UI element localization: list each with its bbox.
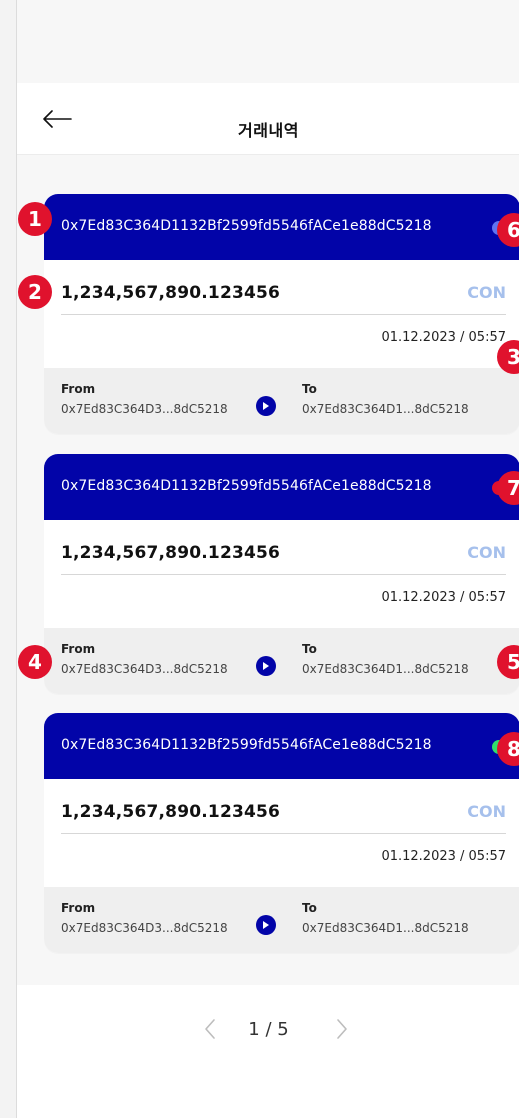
- pagination: 1 / 5: [17, 985, 519, 1118]
- transfer-direction-icon: [256, 656, 276, 676]
- to-label: To: [302, 382, 317, 396]
- from-label: From: [61, 901, 96, 915]
- next-page-button[interactable]: [334, 1017, 350, 1041]
- transaction-datetime: 01.12.2023 / 05:57: [381, 330, 506, 345]
- divider: [61, 833, 506, 834]
- mobile-screen: 거래내역 0x7Ed83C364D1132Bf2599fd5546fACe1e8…: [16, 0, 519, 1118]
- token-symbol: CON: [467, 543, 506, 562]
- transaction-amount: 1,234,567,890.123456: [61, 543, 281, 563]
- transfer-direction-icon: [256, 915, 276, 935]
- transaction-datetime: 01.12.2023 / 05:57: [381, 849, 506, 864]
- transaction-card[interactable]: 0x7Ed83C364D1132Bf2599fd5546fACe1e88dC52…: [44, 454, 519, 694]
- transaction-list: 0x7Ed83C364D1132Bf2599fd5546fACe1e88dC52…: [17, 155, 519, 985]
- from-address: 0x7Ed83C364D3...8dC5218: [61, 662, 228, 676]
- token-symbol: CON: [467, 283, 506, 302]
- transaction-card[interactable]: 0x7Ed83C364D1132Bf2599fd5546fACe1e88dC52…: [44, 713, 519, 953]
- transaction-card[interactable]: 0x7Ed83C364D1132Bf2599fd5546fACe1e88dC52…: [44, 194, 519, 434]
- transaction-address: 0x7Ed83C364D1132Bf2599fd5546fACe1e88dC52…: [61, 478, 432, 494]
- annotation-marker-4: 4: [18, 645, 52, 679]
- to-label: To: [302, 642, 317, 656]
- chevron-right-icon: [337, 1019, 347, 1039]
- annotation-marker-1: 1: [18, 202, 52, 236]
- transaction-amount: 1,234,567,890.123456: [61, 802, 281, 822]
- page-indicator: 1 / 5: [248, 1019, 289, 1040]
- transaction-amount: 1,234,567,890.123456: [61, 283, 281, 303]
- divider: [61, 574, 506, 575]
- transfer-details: From 0x7Ed83C364D3...8dC5218 To 0x7Ed83C…: [44, 368, 519, 434]
- transaction-address: 0x7Ed83C364D1132Bf2599fd5546fACe1e88dC52…: [61, 218, 432, 234]
- from-label: From: [61, 642, 96, 656]
- from-address: 0x7Ed83C364D3...8dC5218: [61, 921, 228, 935]
- transfer-direction-icon: [256, 396, 276, 416]
- to-address: 0x7Ed83C364D1...8dC5218: [302, 662, 469, 676]
- token-symbol: CON: [467, 802, 506, 821]
- status-area: [17, 0, 519, 83]
- card-header: 0x7Ed83C364D1132Bf2599fd5546fACe1e88dC52…: [44, 194, 519, 260]
- to-address: 0x7Ed83C364D1...8dC5218: [302, 921, 469, 935]
- transfer-details: From 0x7Ed83C364D3...8dC5218 To 0x7Ed83C…: [44, 887, 519, 953]
- card-header: 0x7Ed83C364D1132Bf2599fd5546fACe1e88dC52…: [44, 713, 519, 779]
- page-header: 거래내역: [17, 83, 519, 155]
- from-address: 0x7Ed83C364D3...8dC5218: [61, 402, 228, 416]
- divider: [61, 314, 506, 315]
- transaction-address: 0x7Ed83C364D1132Bf2599fd5546fACe1e88dC52…: [61, 737, 432, 753]
- from-label: From: [61, 382, 96, 396]
- annotation-marker-2: 2: [18, 275, 52, 309]
- transfer-details: From 0x7Ed83C364D3...8dC5218 To 0x7Ed83C…: [44, 628, 519, 694]
- to-label: To: [302, 901, 317, 915]
- page-title: 거래내역: [238, 121, 299, 140]
- transaction-datetime: 01.12.2023 / 05:57: [381, 590, 506, 605]
- to-address: 0x7Ed83C364D1...8dC5218: [302, 402, 469, 416]
- card-header: 0x7Ed83C364D1132Bf2599fd5546fACe1e88dC52…: [44, 454, 519, 520]
